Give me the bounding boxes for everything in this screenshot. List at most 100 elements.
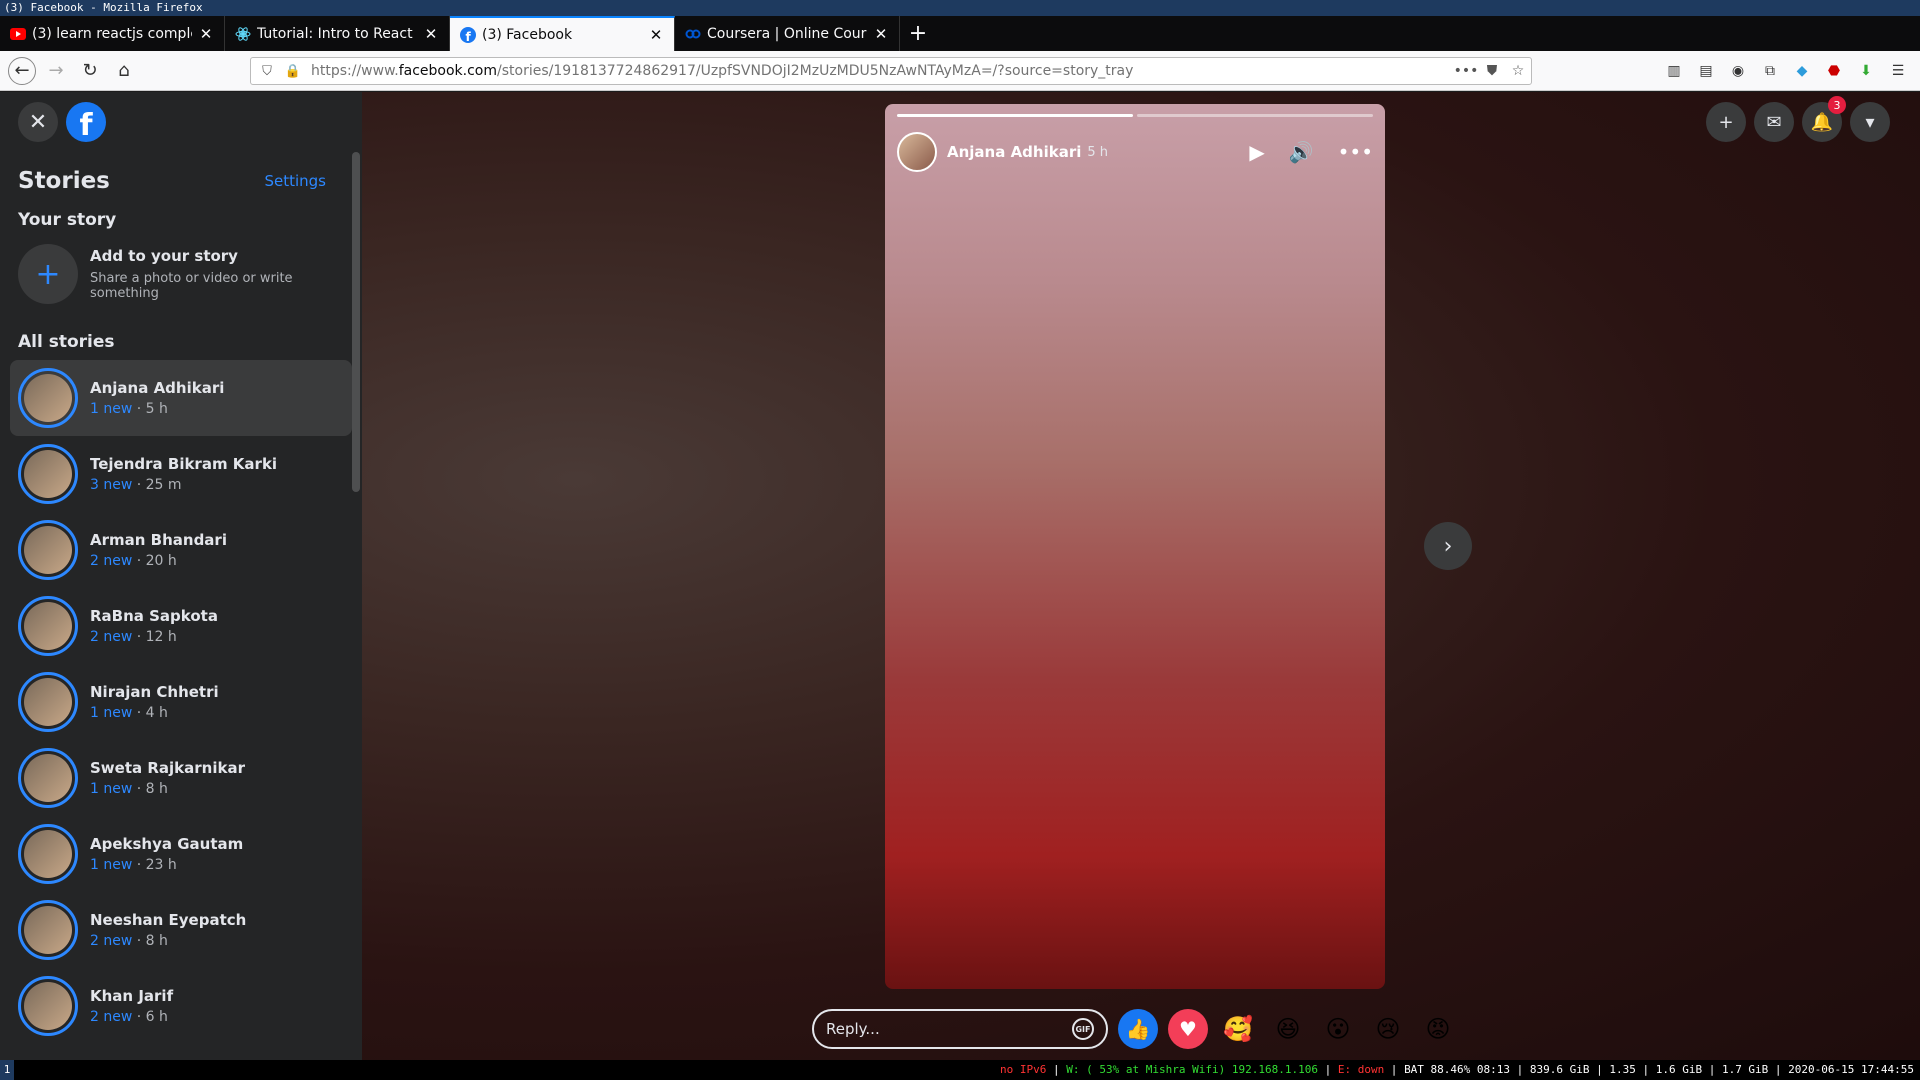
tab-label: Coursera | Online Course (707, 25, 867, 42)
notification-badge: 3 (1828, 96, 1846, 114)
avatar-ring (18, 976, 78, 1036)
avatar (24, 526, 72, 574)
account-menu-icon[interactable]: ▾ (1850, 102, 1890, 142)
tab-facebook[interactable]: f (3) Facebook ✕ (450, 16, 675, 51)
care-reaction-icon[interactable]: 🥰 (1218, 1009, 1258, 1049)
close-tab-icon[interactable]: ✕ (198, 25, 214, 43)
story-meta: 2 new · 8 h (90, 933, 246, 949)
adblock-icon[interactable]: ⬣ (1822, 59, 1846, 83)
story-new-count: 2 new (90, 1009, 133, 1025)
tab-youtube[interactable]: (3) learn reactjs complet ✕ (0, 16, 225, 51)
page-actions-icon[interactable]: ••• (1453, 63, 1479, 79)
facebook-logo-icon[interactable]: f (66, 102, 106, 143)
back-button[interactable]: ← (8, 56, 36, 85)
tab-label: (3) learn reactjs complet (32, 25, 192, 42)
account-icon[interactable]: ◉ (1726, 59, 1750, 83)
bookmark-star-icon[interactable]: ☆ (1505, 63, 1531, 79)
story-time: 5 h (1087, 144, 1109, 160)
reply-input[interactable] (826, 1020, 1072, 1038)
angry-reaction-icon[interactable]: 😡 (1418, 1009, 1458, 1049)
story-list-item[interactable]: Khan Jarif 2 new · 6 h (10, 968, 352, 1044)
sidebar-header: Stories Settings (0, 152, 362, 194)
avatar (24, 830, 72, 878)
story-author[interactable]: Anjana Adhikari (947, 143, 1081, 161)
like-reaction-icon[interactable]: 👍 (1118, 1009, 1158, 1049)
story-meta: 2 new · 12 h (90, 629, 218, 645)
close-tab-icon[interactable]: ✕ (423, 25, 439, 43)
avatar-ring (18, 900, 78, 960)
story-new-count: 2 new (90, 933, 133, 949)
story-text: Arman Bhandari 2 new · 20 h (90, 531, 227, 569)
love-reaction-icon[interactable]: ♥ (1168, 1009, 1208, 1049)
reload-button[interactable]: ↻ (76, 57, 104, 85)
story-list-item[interactable]: Tejendra Bikram Karki 3 new · 25 m (10, 436, 352, 512)
home-button[interactable]: ⌂ (110, 57, 138, 85)
story-list-item[interactable]: Neeshan Eyepatch 2 new · 8 h (10, 892, 352, 968)
sidebar-icon[interactable]: ▤ (1694, 59, 1718, 83)
wow-reaction-icon[interactable]: 😮 (1318, 1009, 1358, 1049)
tab-coursera[interactable]: Coursera | Online Course ✕ (675, 16, 900, 51)
avatar-ring (18, 368, 78, 428)
messenger-icon[interactable]: ✉ (1754, 102, 1794, 142)
story-list-item[interactable]: Apekshya Gautam 1 new · 23 h (10, 816, 352, 892)
story-list-item[interactable]: Sweta Rajkarnikar 1 new · 8 h (10, 740, 352, 816)
avatar (24, 450, 72, 498)
create-icon[interactable]: + (1706, 102, 1746, 142)
haha-reaction-icon[interactable]: 😆 (1268, 1009, 1308, 1049)
new-tab-button[interactable]: + (900, 16, 936, 51)
story-list-item[interactable]: RaBna Sapkota 2 new · 12 h (10, 588, 352, 664)
story-name: RaBna Sapkota (90, 607, 218, 625)
avatar-ring (18, 520, 78, 580)
story-age: · 20 h (132, 553, 177, 569)
gif-icon[interactable]: GIF (1072, 1018, 1094, 1040)
story-viewer[interactable]: Anjana Adhikari 5 h ▶ 🔊 ••• (885, 104, 1385, 989)
play-icon[interactable]: ▶ (1249, 140, 1264, 164)
close-tab-icon[interactable]: ✕ (648, 26, 664, 44)
tab-label: Tutorial: Intro to React - (257, 25, 417, 42)
story-age: · 8 h (132, 781, 168, 797)
workspace-indicator[interactable]: 1 (0, 1060, 14, 1080)
close-tab-icon[interactable]: ✕ (873, 25, 889, 43)
url-text[interactable]: https://www.facebook.com/stories/1918137… (311, 63, 1453, 79)
close-icon[interactable]: ✕ (18, 102, 58, 142)
story-text: Neeshan Eyepatch 2 new · 8 h (90, 911, 246, 949)
progress-segment (1137, 114, 1373, 117)
reply-box[interactable]: GIF (812, 1009, 1108, 1049)
shield-icon[interactable]: ⛉ (257, 64, 277, 79)
download-icon[interactable]: ⬇ (1854, 59, 1878, 83)
story-list-item[interactable]: Nirajan Chhetri 1 new · 4 h (10, 664, 352, 740)
volume-icon[interactable]: 🔊 (1289, 140, 1314, 164)
extension-icon[interactable]: ◆ (1790, 59, 1814, 83)
lock-icon[interactable]: 🔒 (283, 64, 303, 79)
next-story-button[interactable]: › (1424, 522, 1472, 570)
story-meta: 3 new · 25 m (90, 477, 277, 493)
avatar[interactable] (897, 132, 937, 172)
sidebar-scrollbar[interactable] (352, 152, 360, 492)
menu-icon[interactable]: ☰ (1886, 59, 1910, 83)
avatar (24, 374, 72, 422)
story-text: Anjana Adhikari 1 new · 5 h (90, 379, 224, 417)
url-bar[interactable]: ⛉ 🔒 https://www.facebook.com/stories/191… (250, 57, 1532, 85)
screenshot-icon[interactable]: ⧉ (1758, 59, 1782, 83)
story-age: · 12 h (132, 629, 177, 645)
add-story-button[interactable]: + Add to your story Share a photo or vid… (0, 230, 362, 318)
more-options-icon[interactable]: ••• (1338, 140, 1373, 164)
wifi-status: W: ( 53% at Mishra Wifi) 192.168.1.106 (1066, 1063, 1318, 1076)
avatar-ring (18, 824, 78, 884)
story-new-count: 3 new (90, 477, 133, 493)
system-status-bar: 1 no IPv6 | W: ( 53% at Mishra Wifi) 192… (0, 1060, 1920, 1080)
pocket-icon[interactable]: ⛊ (1479, 63, 1505, 79)
plus-icon: + (18, 244, 78, 304)
notifications-icon[interactable]: 🔔 3 (1802, 96, 1846, 142)
story-list-item[interactable]: Anjana Adhikari 1 new · 5 h (10, 360, 352, 436)
ethernet-status: E: down (1337, 1063, 1385, 1076)
sad-reaction-icon[interactable]: 😢 (1368, 1009, 1408, 1049)
url-prefix: https://www. (311, 63, 399, 79)
story-list-item[interactable]: Arman Bhandari 2 new · 20 h (10, 512, 352, 588)
tab-react-tutorial[interactable]: Tutorial: Intro to React - ✕ (225, 16, 450, 51)
library-icon[interactable]: ▥ (1662, 59, 1686, 83)
story-name: Khan Jarif (90, 987, 174, 1005)
avatar-ring (18, 596, 78, 656)
settings-link[interactable]: Settings (264, 172, 326, 190)
forward-button[interactable]: → (42, 57, 70, 85)
